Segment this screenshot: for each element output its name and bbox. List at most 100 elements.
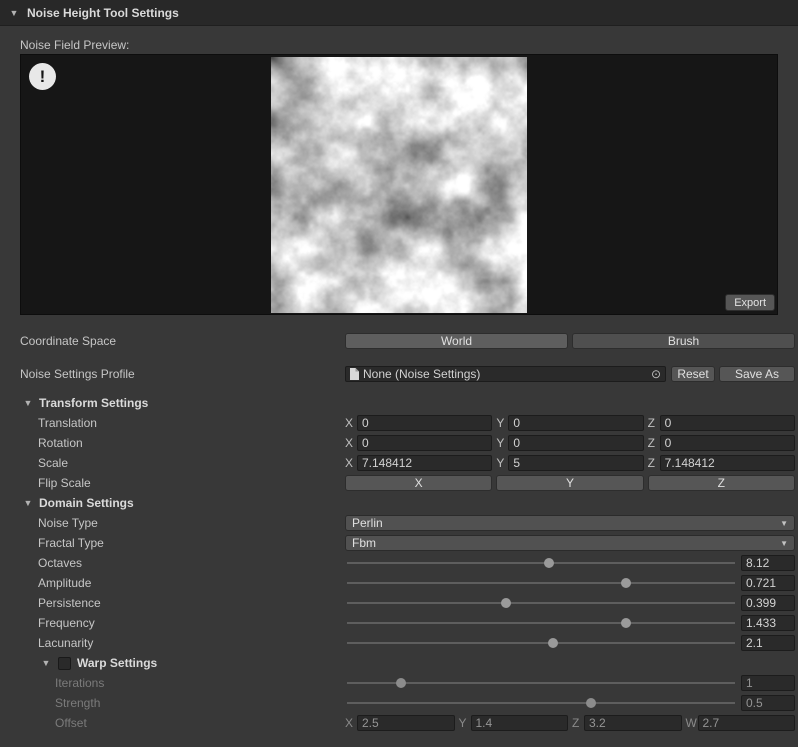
offset-w-field (698, 715, 796, 731)
octaves-slider[interactable] (347, 555, 735, 571)
z-axis-label: Z (648, 436, 660, 450)
z-axis-label: Z (648, 456, 660, 470)
lacunarity-row: Lacunarity (20, 633, 795, 653)
fractal-type-label: Fractal Type (20, 536, 345, 550)
frequency-value-field[interactable] (741, 615, 795, 631)
domain-settings-title: Domain Settings (39, 496, 134, 510)
slider-handle[interactable] (544, 558, 554, 568)
scale-x-field[interactable] (357, 455, 492, 471)
strength-value-field (741, 695, 795, 711)
noise-type-value: Perlin (352, 516, 780, 530)
foldout-open-icon[interactable]: ▼ (40, 658, 52, 668)
translation-x-field[interactable] (357, 415, 492, 431)
export-button[interactable]: Export (725, 294, 775, 311)
octaves-value-field[interactable] (741, 555, 795, 571)
strength-row: Strength (20, 693, 795, 713)
iterations-row: Iterations (20, 673, 795, 693)
translation-row: Translation X Y Z (20, 413, 795, 433)
profile-object-value: None (Noise Settings) (363, 367, 645, 381)
persistence-slider[interactable] (347, 595, 735, 611)
offset-y-field (471, 715, 569, 731)
domain-settings-header[interactable]: ▼ Domain Settings (20, 493, 795, 513)
x-axis-label: X (345, 436, 357, 450)
coordinate-space-row: Coordinate Space World Brush (20, 331, 795, 351)
fractal-type-row: Fractal Type Fbm ▼ (20, 533, 795, 553)
tool-settings-header[interactable]: ▼ Noise Height Tool Settings (0, 0, 798, 26)
slider-handle[interactable] (501, 598, 511, 608)
rotation-label: Rotation (20, 436, 345, 450)
lacunarity-label: Lacunarity (20, 636, 345, 650)
slider-track (347, 642, 735, 644)
noise-texture-preview (271, 57, 527, 313)
noise-preview-area: ! Export (20, 54, 778, 315)
strength-slider (347, 695, 735, 711)
amplitude-value-field[interactable] (741, 575, 795, 591)
persistence-label: Persistence (20, 596, 345, 610)
iterations-label: Iterations (20, 676, 345, 690)
flip-y-button[interactable]: Y (496, 475, 643, 491)
flip-z-button[interactable]: Z (648, 475, 795, 491)
noise-type-label: Noise Type (20, 516, 345, 530)
z-axis-label: Z (648, 416, 660, 430)
y-axis-label: Y (496, 436, 508, 450)
scale-y-field[interactable] (508, 455, 643, 471)
fractal-type-dropdown[interactable]: Fbm ▼ (345, 535, 795, 551)
profile-object-field[interactable]: None (Noise Settings) ⊙ (345, 366, 666, 382)
transform-settings-title: Transform Settings (39, 396, 148, 410)
noise-settings-profile-row: Noise Settings Profile None (Noise Setti… (20, 364, 795, 384)
chevron-down-icon: ▼ (780, 539, 788, 548)
offset-label: Offset (20, 716, 345, 730)
frequency-slider[interactable] (347, 615, 735, 631)
octaves-row: Octaves (20, 553, 795, 573)
slider-track (347, 582, 735, 584)
slider-track (347, 602, 735, 604)
frequency-label: Frequency (20, 616, 345, 630)
rotation-y-field[interactable] (508, 435, 643, 451)
profile-label: Noise Settings Profile (20, 367, 345, 381)
y-axis-label: Y (496, 416, 508, 430)
transform-settings-header[interactable]: ▼ Transform Settings (20, 393, 795, 413)
offset-row: Offset X Y Z W (20, 713, 795, 733)
z-axis-label: Z (572, 716, 584, 730)
slider-handle[interactable] (548, 638, 558, 648)
brush-button[interactable]: Brush (572, 333, 795, 349)
frequency-row: Frequency (20, 613, 795, 633)
iterations-value-field (741, 675, 795, 691)
warp-settings-title: Warp Settings (77, 656, 157, 670)
coordinate-space-label: Coordinate Space (20, 334, 345, 348)
w-axis-label: W (686, 716, 698, 730)
warp-settings-header[interactable]: ▼ Warp Settings (20, 653, 795, 673)
lacunarity-slider[interactable] (347, 635, 735, 651)
warp-enabled-checkbox[interactable] (58, 657, 71, 670)
y-axis-label: Y (459, 716, 471, 730)
slider-handle[interactable] (621, 578, 631, 588)
x-axis-label: X (345, 716, 357, 730)
noise-type-dropdown[interactable]: Perlin ▼ (345, 515, 795, 531)
scale-z-field[interactable] (660, 455, 795, 471)
foldout-open-icon[interactable]: ▼ (22, 398, 34, 408)
world-button[interactable]: World (345, 333, 568, 349)
object-picker-icon[interactable]: ⊙ (649, 367, 663, 381)
noise-type-row: Noise Type Perlin ▼ (20, 513, 795, 533)
slider-handle[interactable] (621, 618, 631, 628)
rotation-x-field[interactable] (357, 435, 492, 451)
rotation-z-field[interactable] (660, 435, 795, 451)
flip-scale-label: Flip Scale (20, 476, 345, 490)
amplitude-slider[interactable] (347, 575, 735, 591)
asset-file-icon (350, 368, 359, 380)
persistence-value-field[interactable] (741, 595, 795, 611)
translation-y-field[interactable] (508, 415, 643, 431)
reset-button[interactable]: Reset (671, 366, 715, 382)
amplitude-label: Amplitude (20, 576, 345, 590)
offset-z-field (584, 715, 682, 731)
translation-z-field[interactable] (660, 415, 795, 431)
foldout-open-icon[interactable]: ▼ (8, 8, 20, 18)
foldout-open-icon[interactable]: ▼ (22, 498, 34, 508)
save-as-button[interactable]: Save As (719, 366, 795, 382)
slider-handle (396, 678, 406, 688)
iterations-slider (347, 675, 735, 691)
flip-x-button[interactable]: X (345, 475, 492, 491)
persistence-row: Persistence (20, 593, 795, 613)
lacunarity-value-field[interactable] (741, 635, 795, 651)
x-axis-label: X (345, 456, 357, 470)
